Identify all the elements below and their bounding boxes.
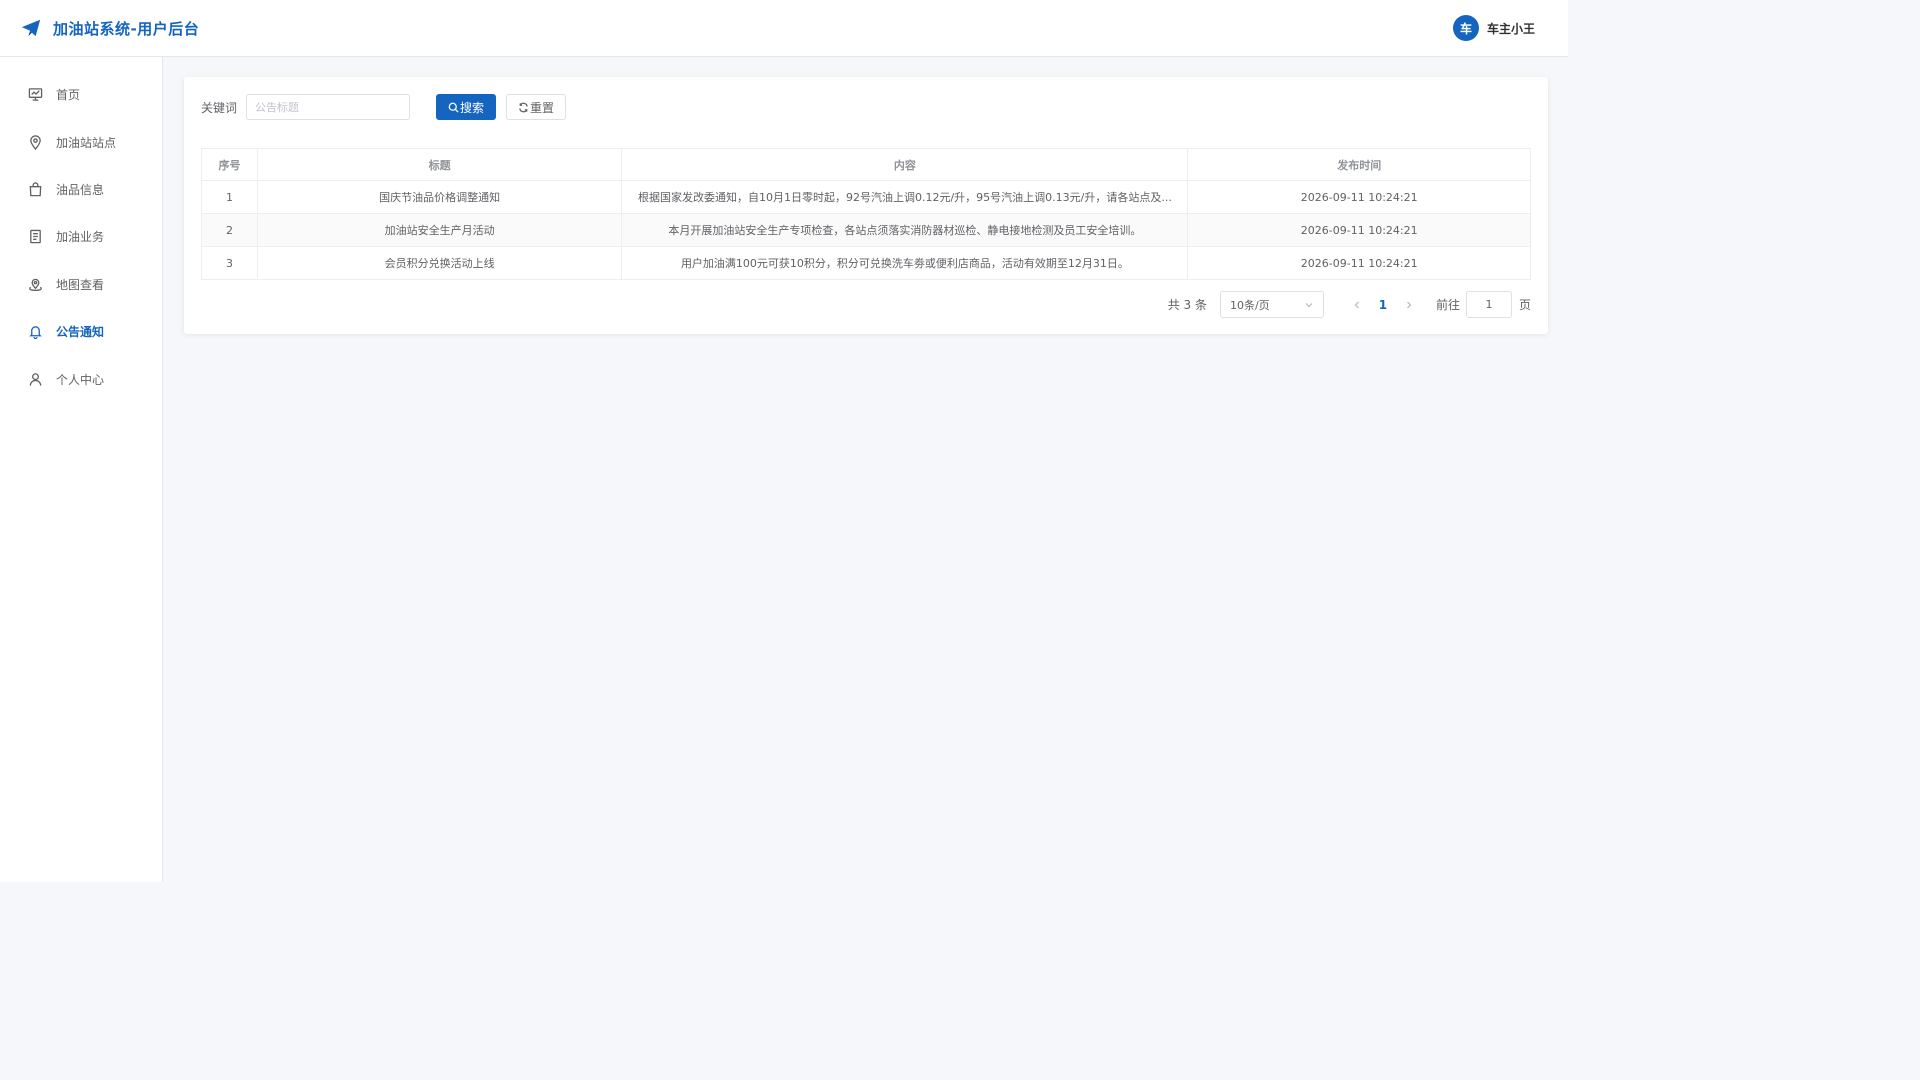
sidebar-item-stations[interactable]: 加油站站点	[0, 118, 162, 165]
sidebar-item-home[interactable]: 首页	[0, 71, 162, 118]
paper-plane-icon	[21, 19, 41, 37]
prev-page-button[interactable]	[1344, 291, 1370, 318]
sidebar-item-profile[interactable]: 个人中心	[0, 355, 162, 402]
table-row[interactable]: 1 国庆节油品价格调整通知 根据国家发改委通知，自10月1日零时起，92号汽油上…	[201, 180, 1531, 214]
page-size-select[interactable]: 10条/页	[1219, 291, 1324, 318]
announcement-table: 序号 标题 内容 发布时间 1 国庆节油品价格调整通知 根据国家发改委通知，自1…	[201, 148, 1531, 280]
next-page-button[interactable]	[1396, 291, 1422, 318]
shopping-bag-icon	[29, 182, 42, 197]
sidebar: 首页 加油站站点 油品信息 加油业务 地图查看 公告通知 个人中心	[0, 57, 163, 882]
sidebar-item-label: 加油站站点	[56, 135, 117, 150]
cell-publish-time: 2026-09-11 10:24:21	[1187, 180, 1531, 214]
sidebar-item-oil-products[interactable]: 油品信息	[0, 166, 162, 213]
cell-index: 1	[201, 180, 258, 214]
sidebar-item-label: 油品信息	[56, 182, 105, 197]
column-header-title: 标题	[256, 148, 623, 181]
sidebar-item-label: 地图查看	[56, 277, 105, 292]
chevron-left-icon	[1354, 300, 1359, 309]
column-header-publish-time: 发布时间	[1187, 148, 1531, 181]
cell-title: 会员积分兑换活动上线	[256, 246, 623, 280]
column-header-index: 序号	[201, 148, 258, 181]
reset-button-label: 重置	[530, 100, 555, 115]
sidebar-item-label: 首页	[56, 88, 81, 103]
search-icon	[448, 102, 459, 113]
keyword-input[interactable]	[246, 94, 411, 120]
top-header: 加油站系统-用户后台 车 车主小王	[0, 0, 1568, 57]
sidebar-item-label: 加油业务	[56, 230, 105, 245]
sidebar-item-label: 公告通知	[56, 325, 105, 340]
brand: 加油站系统-用户后台	[0, 17, 199, 39]
cell-publish-time: 2026-09-11 10:24:21	[1187, 213, 1531, 247]
pagination-total: 共 3 条	[1167, 298, 1207, 312]
map-pin-icon	[29, 278, 42, 291]
cell-index: 3	[201, 246, 258, 280]
announcement-card: 关键词 搜索 重置 序号 标题 内容 发布时间	[184, 77, 1548, 334]
document-list-icon	[30, 230, 41, 244]
cell-content: 用户加油满100元可获10积分，积分可兑换洗车劵或便利店商品，活动有效期至12月…	[621, 246, 1189, 280]
user-icon	[29, 372, 42, 386]
cell-publish-time: 2026-09-11 10:24:21	[1187, 246, 1531, 280]
table-row[interactable]: 2 加油站安全生产月活动 本月开展加油站安全生产专项检查，各站点须落实消防器材巡…	[201, 213, 1531, 247]
refresh-icon	[519, 102, 528, 112]
avatar[interactable]: 车	[1452, 15, 1479, 41]
pagination: 共 3 条 10条/页 1 前往 页	[1168, 291, 1531, 318]
username[interactable]: 车主小王	[1487, 20, 1535, 37]
search-button-label: 搜索	[460, 100, 485, 115]
search-bar: 关键词 搜索 重置	[201, 94, 567, 120]
table-header-row: 序号 标题 内容 发布时间	[201, 148, 1531, 181]
app-title: 加油站系统-用户后台	[53, 19, 200, 38]
page-size-value: 10条/页	[1229, 298, 1270, 312]
dashboard-icon	[28, 88, 43, 101]
cell-title: 国庆节油品价格调整通知	[256, 180, 623, 214]
sidebar-item-label: 个人中心	[56, 372, 105, 387]
cell-title: 加油站安全生产月活动	[256, 213, 623, 247]
cell-content: 本月开展加油站安全生产专项检查，各站点须落实消防器材巡检、静电接地检测及员工安全…	[621, 213, 1189, 247]
sidebar-item-map[interactable]: 地图查看	[0, 261, 162, 308]
page-suffix-label: 页	[1518, 298, 1531, 312]
goto-label: 前往	[1435, 298, 1460, 312]
chevron-down-icon	[1305, 302, 1313, 307]
cell-content: 根据国家发改委通知，自10月1日零时起，92号汽油上调0.12元/升，95号汽油…	[621, 180, 1189, 214]
search-button[interactable]: 搜索	[436, 94, 497, 120]
sidebar-item-announcements[interactable]: 公告通知	[0, 308, 162, 355]
cell-index: 2	[201, 213, 258, 247]
reset-button[interactable]: 重置	[506, 94, 567, 120]
goto-page-input[interactable]	[1465, 291, 1512, 318]
sidebar-item-refuel-business[interactable]: 加油业务	[0, 213, 162, 260]
table-row[interactable]: 3 会员积分兑换活动上线 用户加油满100元可获10积分，积分可兑换洗车劵或便利…	[201, 246, 1531, 280]
user-profile[interactable]: 车 车主小王	[1452, 15, 1568, 41]
keyword-label: 关键词	[201, 100, 238, 115]
location-pin-icon	[30, 134, 41, 150]
bell-icon	[29, 326, 42, 340]
page-number-current[interactable]: 1	[1370, 298, 1396, 312]
chevron-right-icon	[1406, 300, 1412, 309]
column-header-content: 内容	[621, 148, 1189, 181]
